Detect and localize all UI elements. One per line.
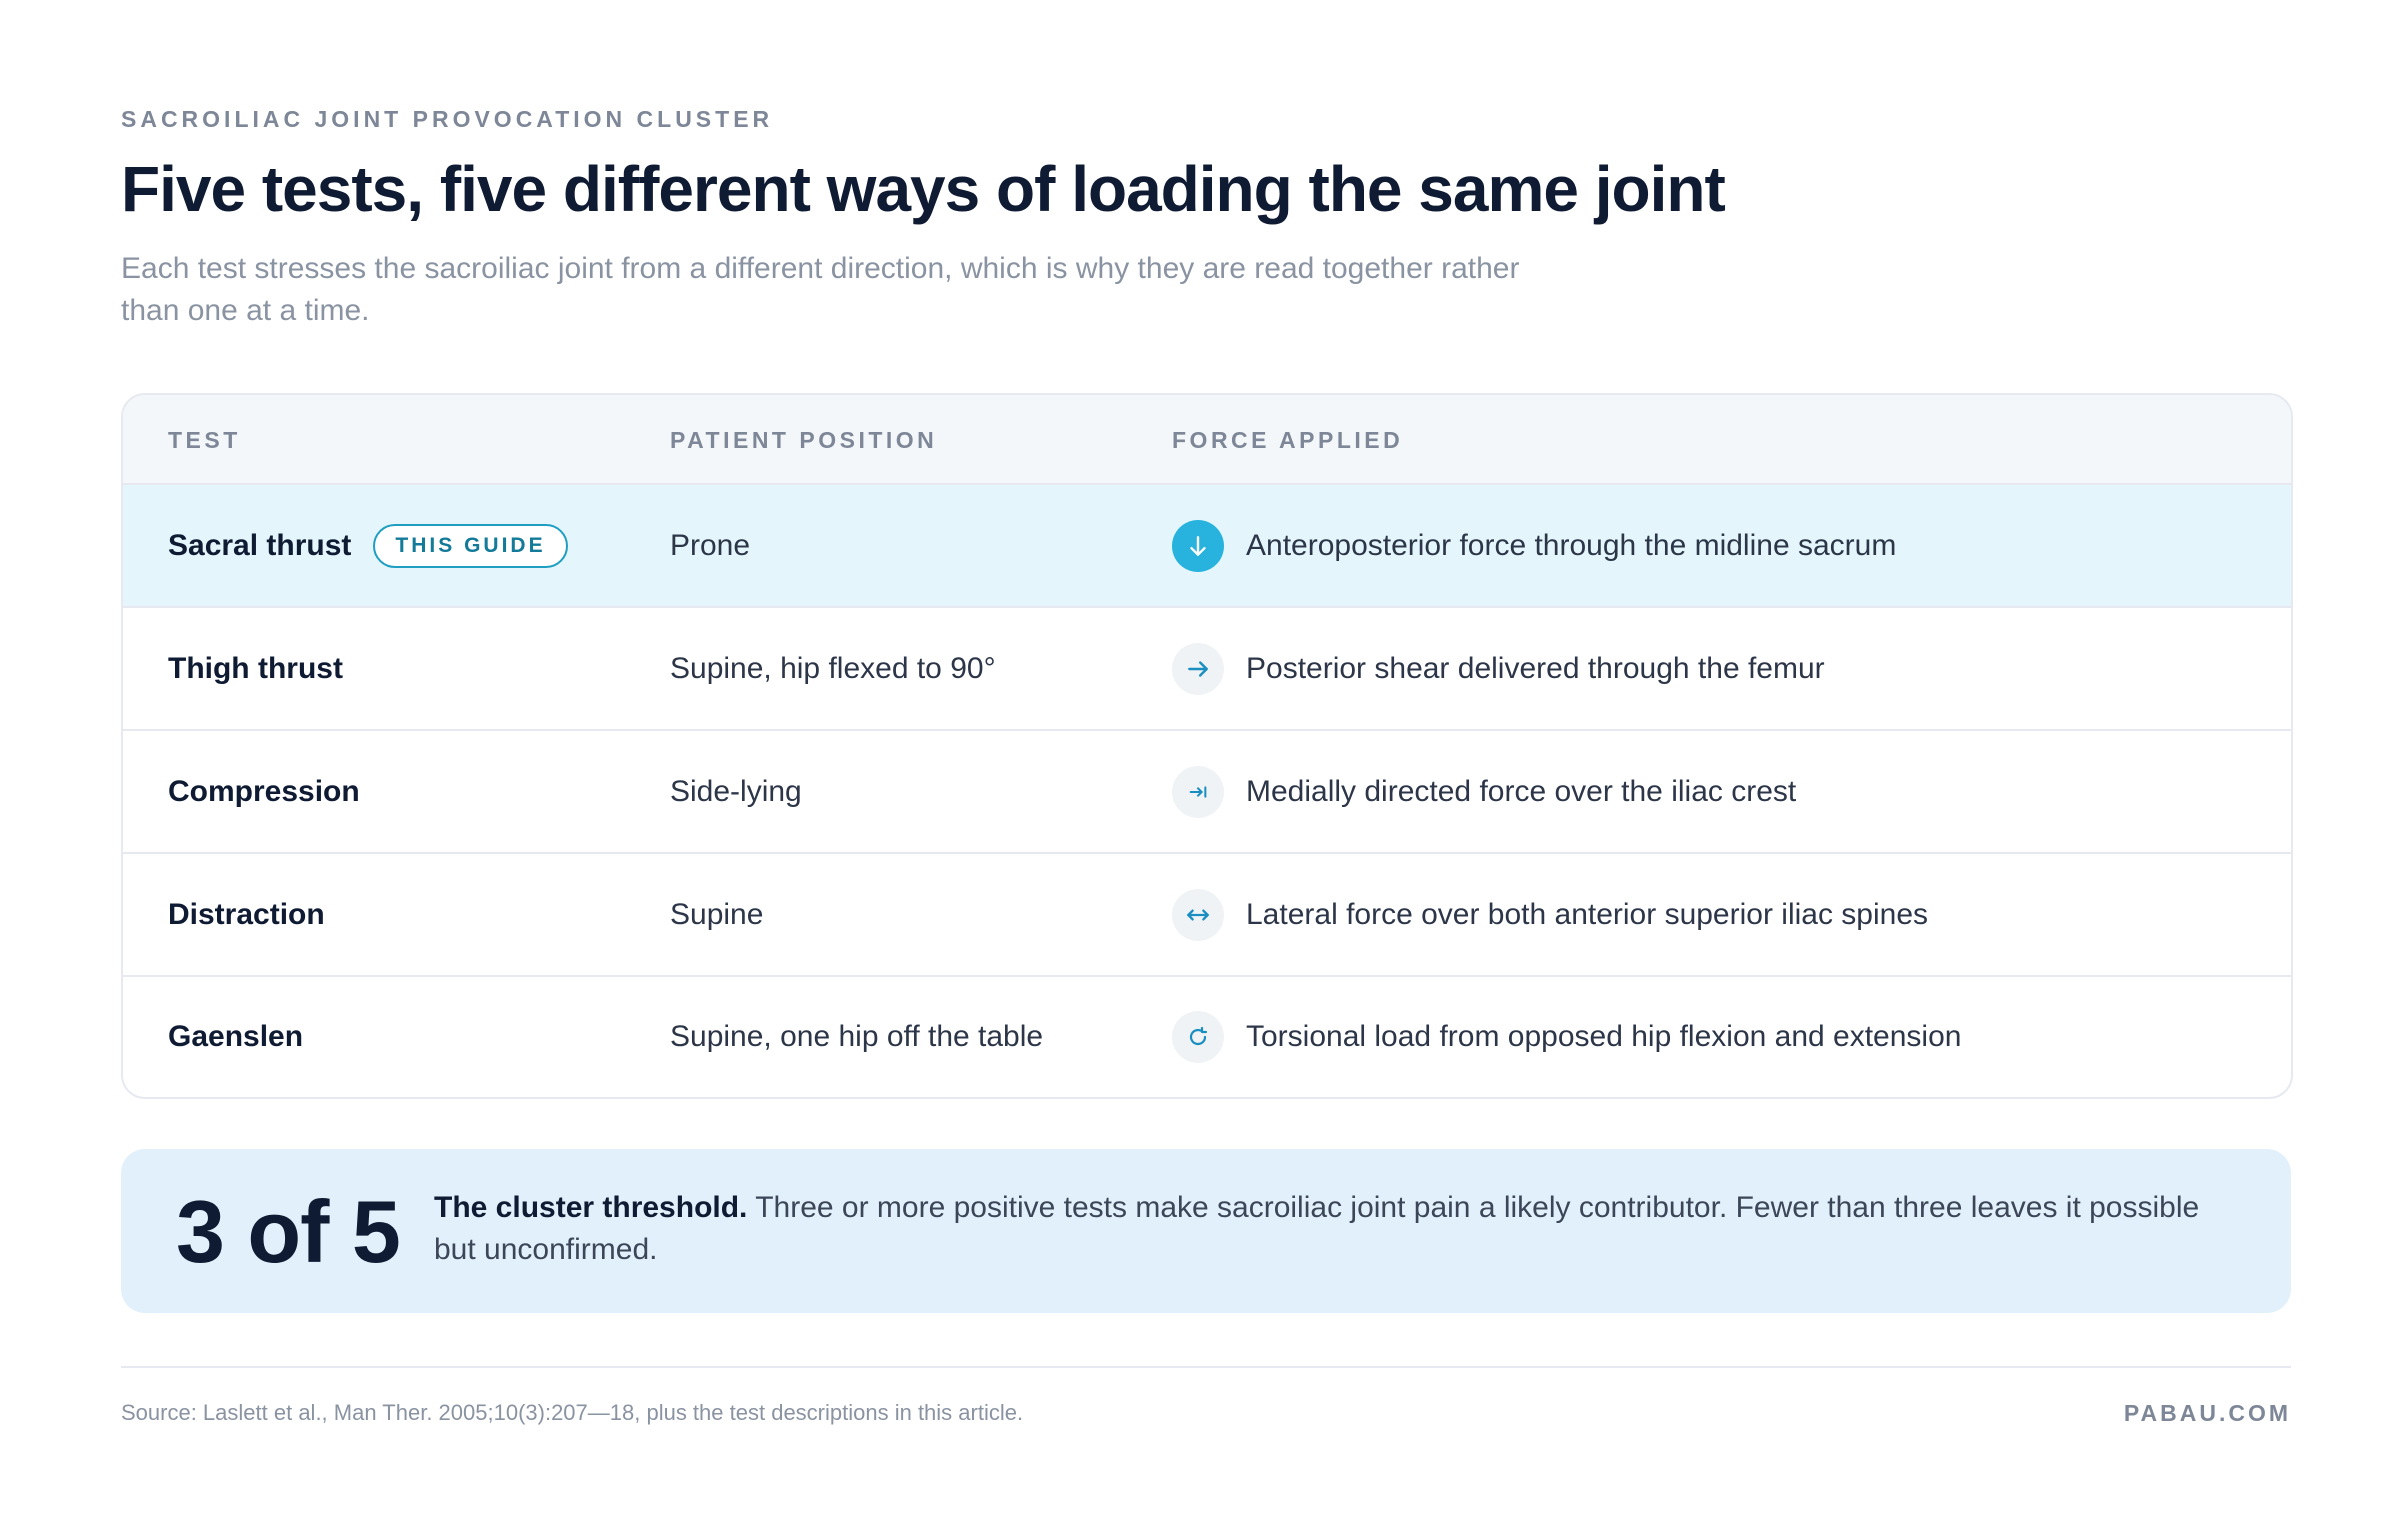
test-cell: Distraction bbox=[168, 854, 325, 975]
table-header: TEST PATIENT POSITION FORCE APPLIED bbox=[123, 395, 2291, 485]
patient-position-cell: Supine, hip flexed to 90° bbox=[670, 651, 996, 685]
force-description: Anteroposterior force through the midlin… bbox=[1246, 528, 1897, 562]
force-description: Lateral force over both anterior superio… bbox=[1246, 897, 1929, 931]
threshold-description: The cluster threshold. Three or more pos… bbox=[434, 1187, 2244, 1271]
cluster-threshold-callout: 3 of 5 The cluster threshold. Three or m… bbox=[121, 1149, 2291, 1313]
force-cell: Torsional load from opposed hip flexion … bbox=[1172, 977, 1961, 1097]
test-name: Distraction bbox=[168, 897, 325, 931]
test-cell: Compression bbox=[168, 731, 360, 852]
patient-position-cell: Supine bbox=[670, 897, 764, 931]
test-cell: Gaenslen bbox=[168, 977, 303, 1097]
brand-link[interactable]: PABAU.COM bbox=[2124, 1400, 2291, 1427]
force-description: Posterior shear delivered through the fe… bbox=[1246, 651, 1825, 685]
force-cell: Medially directed force over the iliac c… bbox=[1172, 731, 1796, 852]
threshold-number: 3 of 5 bbox=[176, 1182, 401, 1281]
table-row: Compression Side-lying Medially directed… bbox=[123, 731, 2291, 854]
arrow-down-icon bbox=[1172, 519, 1224, 572]
force-cell: Anteroposterior force through the midlin… bbox=[1172, 485, 1896, 606]
test-name: Gaenslen bbox=[168, 1020, 304, 1053]
table-row: Thigh thrust Supine, hip flexed to 90° P… bbox=[123, 608, 2291, 731]
force-description: Medially directed force over the iliac c… bbox=[1246, 774, 1797, 808]
column-header-test: TEST bbox=[168, 427, 241, 453]
tests-table: TEST PATIENT POSITION FORCE APPLIED Sacr… bbox=[121, 393, 2293, 1099]
force-cell: Lateral force over both anterior superio… bbox=[1172, 854, 1928, 975]
footer-divider bbox=[121, 1366, 2291, 1368]
arrow-left-right-icon bbox=[1172, 888, 1224, 941]
arrow-right-icon bbox=[1172, 642, 1224, 695]
page-title: Five tests, five different ways of loadi… bbox=[121, 153, 1726, 225]
table-row: Gaenslen Supine, one hip off the table T… bbox=[123, 977, 2291, 1097]
patient-position-cell: Side-lying bbox=[670, 774, 802, 808]
arrow-right-to-bar-icon bbox=[1172, 765, 1224, 818]
force-description: Torsional load from opposed hip flexion … bbox=[1246, 1020, 1962, 1053]
test-name: Thigh thrust bbox=[168, 651, 343, 685]
rotate-clockwise-icon bbox=[1172, 1011, 1224, 1063]
patient-position-cell: Supine, one hip off the table bbox=[670, 1020, 1044, 1053]
table-row: Sacral thrust THIS GUIDE Prone Anteropos… bbox=[123, 485, 2291, 608]
this-guide-badge: THIS GUIDE bbox=[373, 523, 568, 568]
test-name: Sacral thrust bbox=[168, 528, 352, 562]
column-header-force-applied: FORCE APPLIED bbox=[1172, 427, 1404, 453]
patient-position-cell: Prone bbox=[670, 528, 751, 562]
force-cell: Posterior shear delivered through the fe… bbox=[1172, 608, 1825, 729]
table-row: Distraction Supine Lateral force over bo… bbox=[123, 854, 2291, 977]
source-citation: Source: Laslett et al., Man Ther. 2005;1… bbox=[121, 1400, 1024, 1425]
test-cell: Sacral thrust THIS GUIDE bbox=[168, 485, 568, 606]
page-subtitle: Each test stresses the sacroiliac joint … bbox=[121, 252, 1520, 327]
test-cell: Thigh thrust bbox=[168, 608, 343, 729]
eyebrow-label: SACROILIAC JOINT PROVOCATION CLUSTER bbox=[121, 106, 774, 132]
test-name: Compression bbox=[168, 774, 360, 808]
column-header-patient-position: PATIENT POSITION bbox=[670, 427, 938, 453]
threshold-lead: The cluster threshold. bbox=[434, 1191, 748, 1224]
